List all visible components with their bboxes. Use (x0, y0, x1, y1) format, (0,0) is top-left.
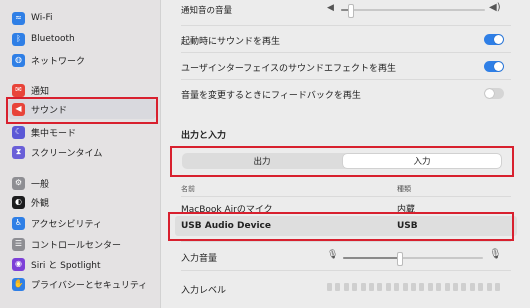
level-meter-cell (436, 283, 442, 291)
alert-volume-knob[interactable] (348, 4, 354, 18)
sidebar-item-label: 一般 (31, 179, 50, 190)
hand-icon: ✋ (12, 277, 25, 291)
input-volume-slider[interactable] (343, 252, 483, 266)
toggle-row-startup-sound: 起動時にサウンドを再生 (181, 33, 511, 47)
sidebar-item-globe[interactable]: ◍ ネットワーク (8, 50, 156, 70)
sidebar-item-label: ネットワーク (31, 56, 86, 67)
tab-output[interactable]: 出力 (183, 154, 341, 168)
column-header-name: 名前 (181, 185, 195, 193)
output-input-segmented-control: 出力 入力 (182, 153, 502, 169)
wifi-icon: ≈ (12, 11, 25, 25)
tab-input[interactable]: 入力 (343, 154, 501, 168)
device-name: MacBook Airのマイク (181, 205, 273, 215)
speaker-low-icon: ◀ (327, 3, 334, 13)
device-name: USB Audio Device (181, 221, 271, 231)
sidebar-item-gear[interactable]: ⚙ 一般 (8, 173, 156, 193)
sidebar-item-label: 集中モード (31, 128, 77, 139)
alert-volume-label: 通知音の音量 (181, 6, 233, 16)
sidebar-item-moon[interactable]: ☾ 集中モード (8, 122, 156, 142)
level-meter-cell (360, 283, 366, 291)
input-volume-label: 入力音量 (181, 254, 218, 264)
control-center-icon: ☰ (12, 237, 25, 251)
mic-high-icon: 🎙 (489, 249, 502, 260)
level-meter-cell (335, 283, 341, 291)
input-level-meter (327, 283, 507, 291)
sidebar-item-appearance[interactable]: ◐ 外観 (8, 192, 156, 212)
level-meter-cell (461, 283, 467, 291)
volume-feedback-label: 音量を変更するときにフィードバックを再生 (181, 90, 361, 101)
speaker-high-icon: ◀) (489, 2, 501, 13)
device-row-selected[interactable]: USB Audio Device USB (175, 216, 517, 236)
sidebar-item-accessibility[interactable]: ♿ アクセシビリティ (8, 213, 156, 233)
appearance-icon: ◐ (12, 195, 25, 209)
level-meter-cell (419, 283, 425, 291)
sidebar-item-label: Siri と Spotlight (31, 260, 101, 271)
startup-sound-label: 起動時にサウンドを再生 (181, 36, 281, 47)
sidebar-item-label: Bluetooth (31, 34, 75, 44)
level-meter-cell (369, 283, 374, 291)
level-meter-cell (352, 283, 358, 291)
level-meter-cell (402, 283, 408, 291)
mic-low-icon: 🎙 (327, 250, 339, 260)
sidebar-item-label: アクセシビリティ (31, 219, 103, 230)
moon-icon: ☾ (12, 125, 25, 139)
level-meter-cell (469, 283, 475, 291)
startup-sound-toggle[interactable] (484, 34, 504, 45)
toggle-row-ui-sound: ユーザインターフェイスのサウンドエフェクトを再生 (181, 60, 511, 74)
sidebar-item-bell[interactable]: ✉ 通知 (8, 80, 156, 100)
level-meter-cell (495, 283, 500, 291)
level-meter-cell (453, 283, 458, 291)
column-header-type: 種類 (397, 185, 411, 193)
level-meter-cell (427, 283, 433, 291)
hourglass-icon: ⧗ (12, 145, 25, 159)
level-meter-cell (377, 283, 383, 291)
input-volume-knob[interactable] (397, 252, 403, 266)
gear-icon: ⚙ (12, 176, 25, 190)
level-meter-cell (394, 283, 400, 291)
level-meter-cell (478, 283, 484, 291)
ui-sound-effects-toggle[interactable] (484, 61, 504, 72)
level-meter-cell (385, 283, 391, 291)
bluetooth-icon: ᛒ (12, 32, 25, 46)
sidebar-item-speaker[interactable]: ◀ サウンド (8, 99, 156, 119)
sidebar-item-siri[interactable]: ◉ Siri と Spotlight (8, 254, 156, 274)
sidebar-item-label: サウンド (31, 105, 68, 116)
level-meter-cell (343, 283, 349, 291)
ui-sound-effects-label: ユーザインターフェイスのサウンドエフェクトを再生 (181, 63, 397, 74)
device-type: USB (397, 221, 418, 231)
level-meter-cell (411, 283, 416, 291)
toggle-row-volume-feedback: 音量を変更するときにフィードバックを再生 (181, 87, 511, 101)
sidebar-item-label: 通知 (31, 86, 50, 97)
alert-volume-slider[interactable] (341, 4, 485, 18)
sidebar-item-label: スクリーンタイム (31, 148, 103, 159)
accessibility-icon: ♿ (12, 216, 25, 230)
sidebar: ≈ Wi-Fi ᛒ Bluetooth ◍ ネットワーク ✉ 通知 ◀ サウンド ☾ 集中モード ⧗ スク… (0, 0, 161, 308)
sidebar-item-wifi[interactable]: ≈ Wi-Fi (8, 8, 156, 28)
device-row[interactable]: MacBook Airのマイク 内蔵 (175, 198, 517, 215)
volume-feedback-toggle[interactable] (484, 88, 504, 99)
sidebar-item-label: 外観 (31, 198, 50, 209)
speaker-icon: ◀ (12, 102, 25, 116)
device-type: 内蔵 (397, 205, 416, 215)
sidebar-item-label: コントロールセンター (31, 240, 122, 251)
sidebar-item-control-center[interactable]: ☰ コントロールセンター (8, 234, 156, 254)
sidebar-item-label: Wi-Fi (31, 13, 53, 23)
level-meter-cell (327, 283, 332, 291)
sidebar-item-label: プライバシーとセキュリティ (31, 280, 148, 291)
section-title: 出力と入力 (181, 131, 227, 141)
level-meter-cell (444, 283, 450, 291)
input-level-label: 入力レベル (181, 286, 227, 296)
level-meter-cell (486, 283, 492, 291)
sidebar-item-hourglass[interactable]: ⧗ スクリーンタイム (8, 142, 156, 162)
siri-icon: ◉ (12, 257, 25, 271)
bell-icon: ✉ (12, 83, 25, 97)
globe-icon: ◍ (12, 53, 25, 67)
sidebar-item-hand[interactable]: ✋ プライバシーとセキュリティ (8, 274, 156, 294)
sidebar-item-bluetooth[interactable]: ᛒ Bluetooth (8, 29, 156, 49)
